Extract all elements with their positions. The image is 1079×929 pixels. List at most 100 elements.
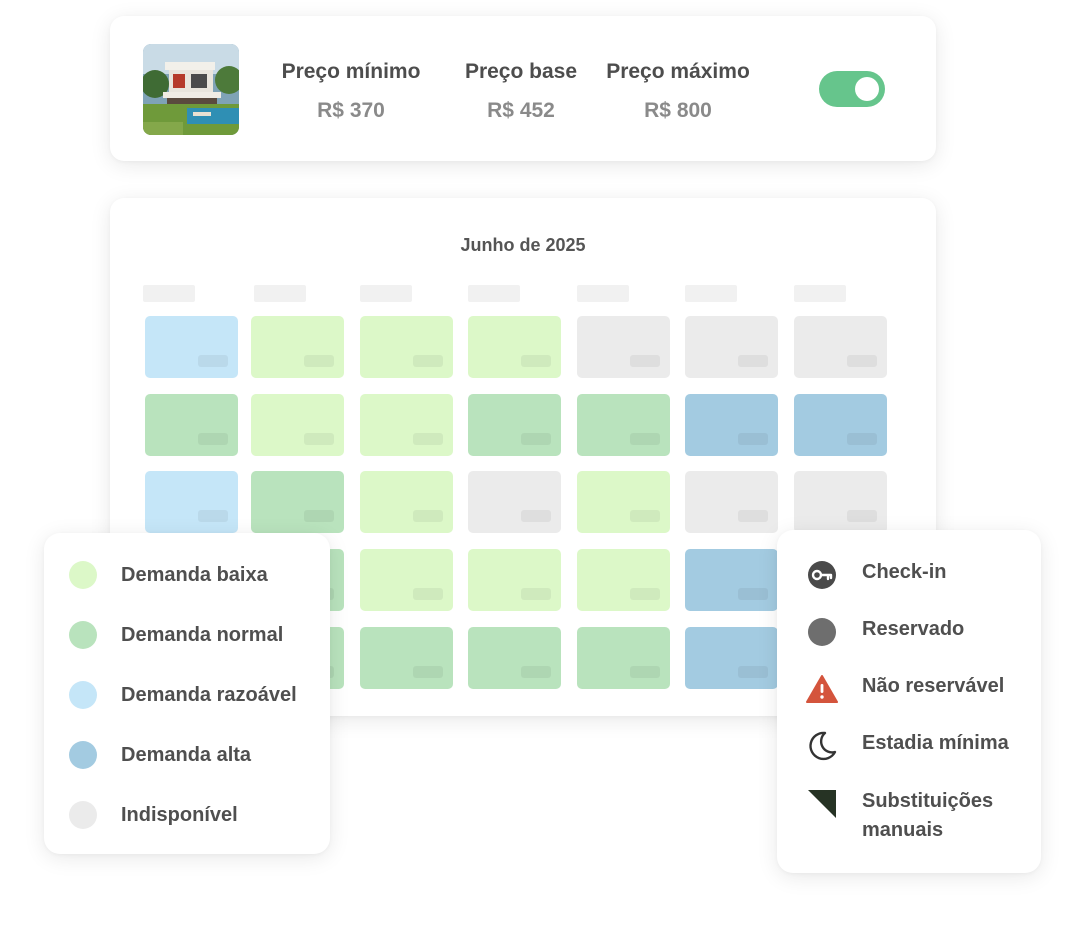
demand-legend-item: Demanda alta <box>69 741 251 769</box>
calendar-day-baixa[interactable] <box>360 316 453 378</box>
day-price-placeholder <box>630 588 660 600</box>
warning-icon <box>805 672 839 706</box>
price-base-label: Preço base <box>464 60 578 83</box>
calendar-day-normal[interactable] <box>468 394 561 456</box>
calendar-day-indisponivel[interactable] <box>468 471 561 533</box>
symbol-legend-label: Check-in <box>862 561 947 583</box>
price-base: Preço base R$ 452 <box>455 60 587 123</box>
symbol-legend-label: Não reservável <box>862 675 1005 697</box>
calendar-day-indisponivel[interactable] <box>577 316 670 378</box>
property-thumbnail[interactable] <box>143 44 239 135</box>
calendar-day-normal[interactable] <box>577 394 670 456</box>
calendar-day-baixa[interactable] <box>251 394 344 456</box>
day-price-placeholder <box>630 433 660 445</box>
calendar-day-baixa[interactable] <box>360 394 453 456</box>
demand-legend-label: Demanda baixa <box>121 563 268 586</box>
calendar-day-razoavel[interactable] <box>145 316 238 378</box>
calendar-day-normal[interactable] <box>251 471 344 533</box>
symbol-legend-label: Substituições manuais <box>862 790 994 841</box>
day-price-placeholder <box>521 666 551 678</box>
day-price-placeholder <box>304 433 334 445</box>
calendar-day-normal[interactable] <box>145 394 238 456</box>
price-min-value: R$ 370 <box>317 99 385 122</box>
symbol-legend-label: Estadia mínima <box>862 732 1009 754</box>
day-price-placeholder <box>198 510 228 522</box>
weekday-label-placeholder <box>254 285 306 302</box>
day-price-placeholder <box>198 433 228 445</box>
price-max-label: Preço máximo <box>606 60 750 83</box>
calendar-day-baixa[interactable] <box>468 316 561 378</box>
calendar-title: Junho de 2025 <box>460 235 586 255</box>
calendar-day-normal[interactable] <box>360 627 453 689</box>
day-price-placeholder <box>630 510 660 522</box>
day-price-placeholder <box>847 510 877 522</box>
symbol-legend-item: Não reservável <box>805 672 1004 706</box>
color-swatch-icon <box>69 561 97 589</box>
day-price-placeholder <box>413 666 443 678</box>
calendar-day-indisponivel[interactable] <box>794 471 887 533</box>
price-min-label: Preço mínimo <box>281 60 421 83</box>
day-price-placeholder <box>521 510 551 522</box>
weekday-label-placeholder <box>143 285 195 302</box>
calendar-day-baixa[interactable] <box>577 471 670 533</box>
weekday-label-placeholder <box>360 285 412 302</box>
day-price-placeholder <box>738 355 768 367</box>
day-price-placeholder <box>521 588 551 600</box>
booked-dot-icon <box>805 615 839 649</box>
day-price-placeholder <box>738 666 768 678</box>
calendar-day-alta[interactable] <box>685 394 778 456</box>
pricing-card: Preço mínimo R$ 370 Preço base R$ 452 Pr… <box>110 16 936 161</box>
symbol-legend-item: Substituições manuais <box>805 787 1032 845</box>
day-price-placeholder <box>630 666 660 678</box>
weekday-label-placeholder <box>794 285 846 302</box>
calendar-day-indisponivel[interactable] <box>685 316 778 378</box>
day-price-placeholder <box>847 355 877 367</box>
moon-icon <box>805 729 839 763</box>
demand-legend-item: Demanda normal <box>69 621 283 649</box>
day-price-placeholder <box>304 510 334 522</box>
demand-legend-item: Demanda razoável <box>69 681 297 709</box>
pricing-toggle[interactable] <box>819 71 885 107</box>
calendar-day-alta[interactable] <box>794 394 887 456</box>
day-price-placeholder <box>413 433 443 445</box>
symbol-legend-item: Reservado <box>805 615 964 649</box>
demand-legend-label: Indisponível <box>121 803 238 826</box>
calendar-day-normal[interactable] <box>468 627 561 689</box>
calendar-day-razoavel[interactable] <box>145 471 238 533</box>
demand-legend-label: Demanda alta <box>121 743 252 766</box>
calendar-day-alta[interactable] <box>685 627 778 689</box>
color-swatch-icon <box>69 801 97 829</box>
weekday-label-placeholder <box>685 285 737 302</box>
calendar-day-baixa[interactable] <box>468 549 561 611</box>
color-swatch-icon <box>69 681 97 709</box>
demand-legend: Demanda baixa Demanda normal Demanda razoá… <box>44 533 330 854</box>
symbol-legend-item: Estadia mínima <box>805 729 1009 763</box>
calendar-day-baixa[interactable] <box>360 549 453 611</box>
price-base-value: R$ 452 <box>487 99 555 122</box>
calendar-day-indisponivel[interactable] <box>794 316 887 378</box>
color-swatch-icon <box>69 621 97 649</box>
day-price-placeholder <box>738 510 768 522</box>
symbol-legend-item: Check-in <box>805 558 946 592</box>
calendar-day-normal[interactable] <box>577 627 670 689</box>
calendar-day-indisponivel[interactable] <box>685 471 778 533</box>
key-icon <box>805 558 839 592</box>
calendar-day-baixa[interactable] <box>577 549 670 611</box>
day-price-placeholder <box>847 433 877 445</box>
day-price-placeholder <box>521 355 551 367</box>
demand-legend-label: Demanda razoável <box>121 683 297 706</box>
weekday-label-placeholder <box>577 285 629 302</box>
price-max-value: R$ 800 <box>644 99 712 122</box>
calendar-day-alta[interactable] <box>685 549 778 611</box>
calendar-day-baixa[interactable] <box>360 471 453 533</box>
toggle-knob <box>855 77 879 101</box>
price-max: Preço máximo R$ 800 <box>605 60 751 123</box>
color-swatch-icon <box>69 741 97 769</box>
day-price-placeholder <box>413 510 443 522</box>
weekday-label-placeholder <box>468 285 520 302</box>
calendar-day-baixa[interactable] <box>251 316 344 378</box>
day-price-placeholder <box>413 588 443 600</box>
demand-legend-item: Indisponível <box>69 801 238 829</box>
demand-legend-label: Demanda normal <box>121 623 284 646</box>
day-price-placeholder <box>738 433 768 445</box>
